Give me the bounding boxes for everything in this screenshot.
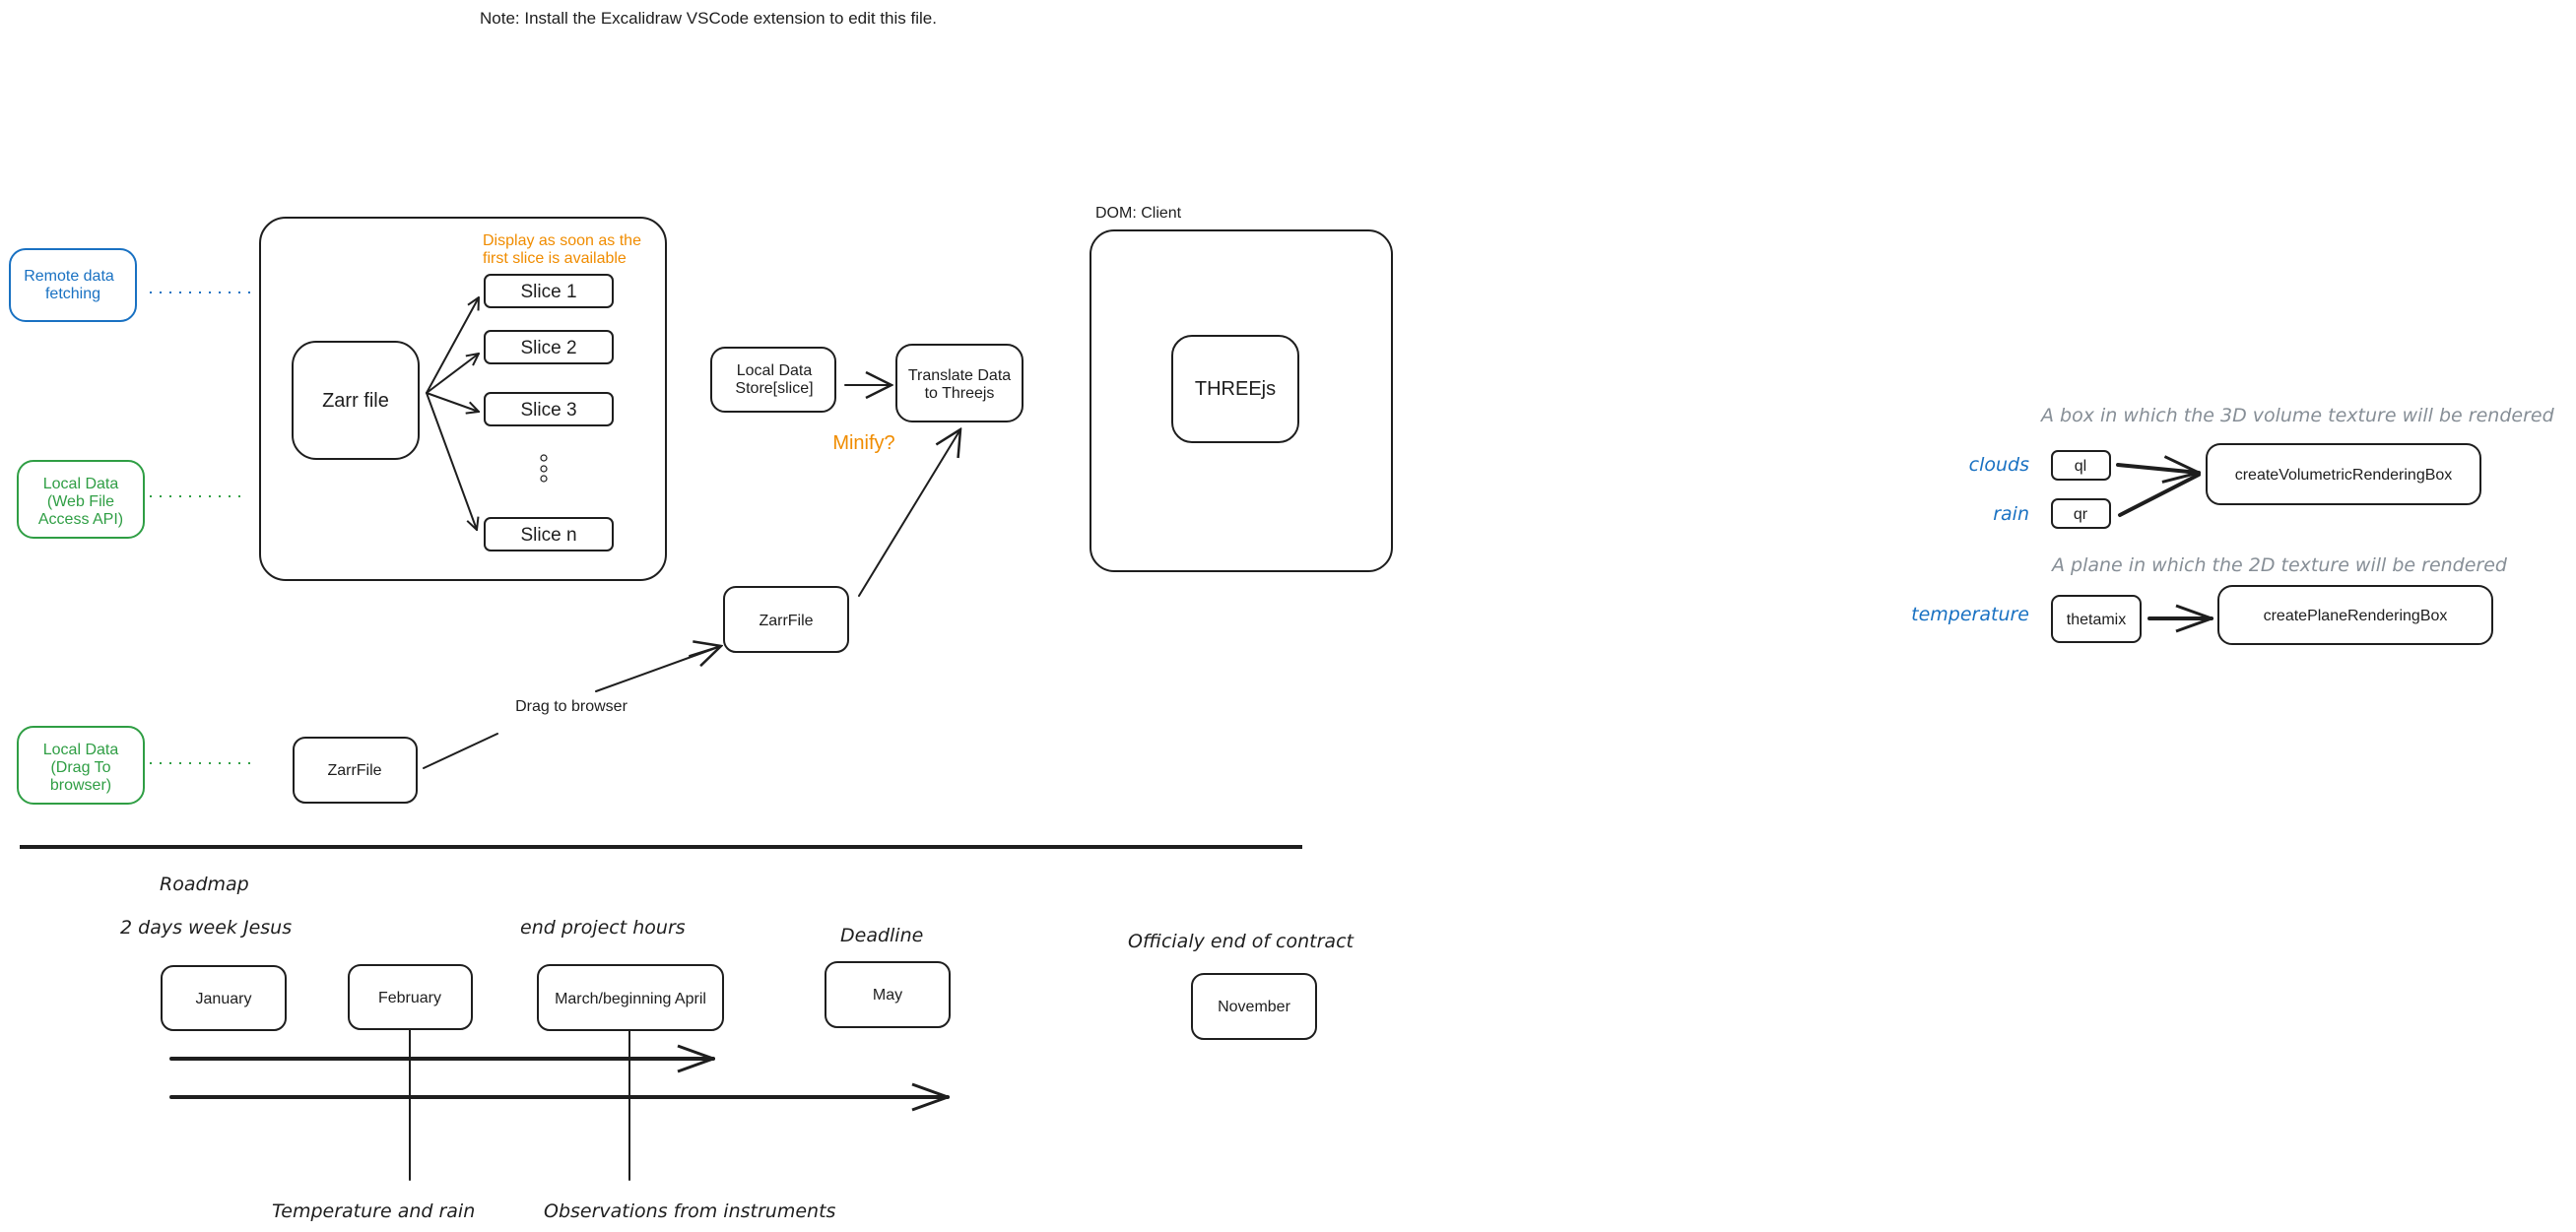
local-drag-line2: (Drag To: [50, 759, 110, 776]
dom-client-label: DOM: Client: [1095, 205, 1182, 222]
month-march[interactable]: March/beginning April: [537, 964, 724, 1031]
qr-node[interactable]: qr: [2051, 498, 2111, 529]
arrow-ql-to-volume: [2116, 465, 2199, 473]
volume-caption: A box in which the 3D volume texture wil…: [2039, 405, 2555, 426]
zarrfile-bottom-label: ZarrFile: [327, 762, 381, 779]
label-observations: Observations from instruments: [544, 1200, 836, 1222]
slice-3-node[interactable]: Slice 3: [484, 392, 614, 426]
zarr-file-label: Zarr file: [322, 390, 389, 412]
ql-label: ql: [2075, 458, 2086, 475]
note-contract: Officialy end of contract: [1128, 931, 1355, 952]
display-annotation-line2: first slice is available: [483, 250, 627, 267]
local-store-line1: Local Data: [737, 362, 813, 379]
drag-to-browser-label: Drag to browser: [515, 698, 627, 715]
slice-2-label: Slice 2: [520, 338, 576, 358]
rain-label: rain: [1993, 503, 2029, 525]
display-annotation-line1: Display as soon as the: [483, 232, 641, 249]
month-february-label: February: [378, 990, 441, 1006]
slice-2-node[interactable]: Slice 2: [484, 330, 614, 364]
plane-fn-label: createPlaneRenderingBox: [2264, 608, 2448, 624]
thetamix-label: thetamix: [2067, 612, 2126, 628]
local-wfa-line2: (Web File: [47, 493, 114, 510]
local-wfa-line1: Local Data: [43, 476, 119, 492]
remote-data-node[interactable]: Remote data fetching: [9, 248, 137, 322]
qr-label: qr: [2074, 506, 2088, 523]
month-may[interactable]: May: [825, 961, 951, 1028]
arrow-drag-head: [689, 646, 721, 656]
remote-line1: Remote data: [24, 268, 114, 285]
thetamix-node[interactable]: thetamix: [2051, 595, 2142, 643]
remote-line2: fetching: [45, 286, 100, 302]
plane-fn-node[interactable]: createPlaneRenderingBox: [2217, 585, 2493, 645]
slice-1-label: Slice 1: [520, 282, 576, 302]
zarr-file-node[interactable]: Zarr file: [292, 341, 420, 460]
month-may-label: May: [873, 987, 902, 1004]
plane-caption: A plane in which the 2D texture will be …: [2050, 554, 2508, 576]
translate-line2: to Threejs: [925, 385, 995, 402]
volume-fn-node[interactable]: createVolumetricRenderingBox: [2206, 443, 2481, 505]
arrow-zarrfile-to-translate: [858, 429, 960, 597]
zarrfile-mid-label: ZarrFile: [759, 613, 813, 629]
minify-annotation: Minify?: [832, 432, 894, 454]
local-drag-line3: browser): [50, 777, 111, 794]
slice-3-label: Slice 3: [520, 400, 576, 421]
slice-n-label: Slice n: [520, 525, 576, 546]
local-store-line2: Store[slice]: [735, 380, 813, 397]
translate-line1: Translate Data: [908, 367, 1011, 384]
note-end-hours: end project hours: [520, 917, 686, 939]
note-text: Note: Install the Excalidraw VSCode exte…: [480, 9, 937, 28]
volume-fn-label: createVolumetricRenderingBox: [2235, 467, 2453, 484]
threejs-node[interactable]: THREEjs: [1171, 335, 1299, 443]
threejs-label: THREEjs: [1195, 378, 1276, 400]
diagram-canvas[interactable]: Note: Install the Excalidraw VSCode exte…: [0, 0, 2576, 1232]
ql-node[interactable]: ql: [2051, 450, 2111, 481]
local-drag-node[interactable]: Local Data (Drag To browser): [17, 726, 145, 805]
slice-n-node[interactable]: Slice n: [484, 517, 614, 551]
local-wfa-line3: Access API): [38, 511, 123, 528]
zarrfile-mid-node[interactable]: ZarrFile: [723, 586, 849, 653]
month-november[interactable]: November: [1191, 973, 1317, 1040]
note-jesus: 2 days week Jesus: [120, 917, 292, 939]
local-drag-line1: Local Data: [43, 742, 119, 758]
zarrfile-bottom-node[interactable]: ZarrFile: [293, 737, 418, 804]
roadmap-title: Roadmap: [160, 874, 249, 895]
month-january[interactable]: January: [161, 965, 287, 1031]
slice-1-node[interactable]: Slice 1: [484, 274, 614, 308]
local-store-node[interactable]: Local Data Store[slice]: [710, 347, 836, 413]
month-november-label: November: [1218, 999, 1290, 1015]
translate-node[interactable]: Translate Data to Threejs: [895, 344, 1024, 422]
temperature-label: temperature: [1911, 604, 2029, 625]
note-deadline: Deadline: [840, 925, 923, 946]
month-january-label: January: [196, 991, 252, 1007]
month-march-label: March/beginning April: [555, 991, 706, 1007]
clouds-label: clouds: [1969, 454, 2029, 476]
arrow-qr-to-volume: [2118, 473, 2201, 517]
month-february[interactable]: February: [348, 964, 473, 1030]
local-wfa-node[interactable]: Local Data (Web File Access API): [17, 460, 145, 539]
label-temperature-rain: Temperature and rain: [272, 1200, 475, 1222]
